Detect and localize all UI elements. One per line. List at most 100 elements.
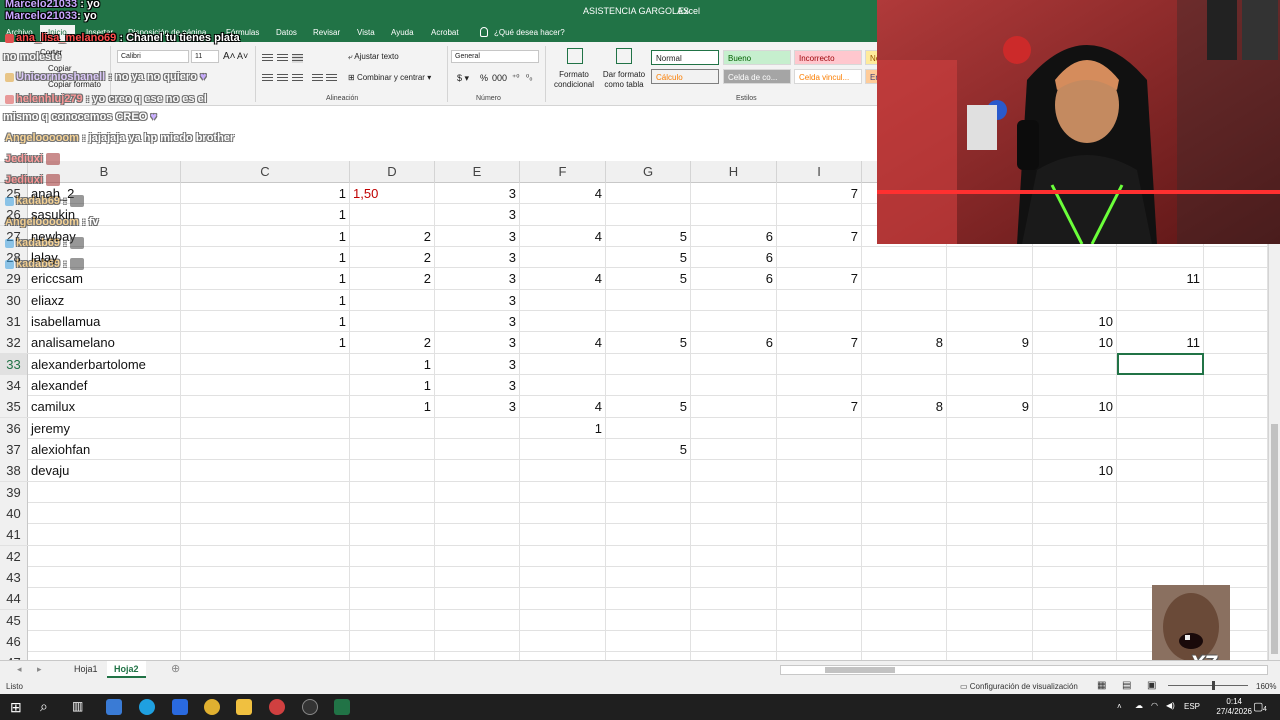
row-header[interactable]: 37 [0,438,28,460]
cell-value[interactable]: 1 [350,396,435,417]
cell-name[interactable] [28,631,181,652]
cell-value[interactable]: 7 [777,226,862,247]
cell-value[interactable]: 3 [435,311,520,332]
cell-name[interactable]: eliaxz [28,290,181,311]
scroll-right-icon[interactable]: ▸ [30,661,49,678]
row-header[interactable]: 36 [0,417,28,439]
percent-icon[interactable]: % [480,73,488,83]
row-header[interactable]: 46 [0,630,28,652]
cell-value[interactable]: 7 [777,268,862,289]
cell-value[interactable]: 5 [606,332,691,353]
cell-value[interactable]: 7 [777,396,862,417]
cell-name[interactable] [28,546,181,567]
row-header[interactable]: 45 [0,609,28,631]
col-header-c[interactable]: C [181,161,350,183]
grow-font-icon[interactable]: A˄ [223,51,236,62]
comma-style-icon[interactable]: 000 [492,73,507,83]
cell-value[interactable]: 6 [691,332,777,353]
cell-value[interactable]: 1 [181,226,350,247]
cell-value[interactable]: 3 [435,268,520,289]
row-header[interactable]: 38 [0,460,28,482]
notification-icon[interactable]: ▢ [1253,700,1263,713]
cell-value[interactable]: 5 [606,268,691,289]
cell-value[interactable]: 4 [520,332,606,353]
cell-name[interactable] [28,652,181,660]
cell-value[interactable]: 5 [606,247,691,268]
col-header-e[interactable]: E [435,161,520,183]
cell-value[interactable]: 3 [435,396,520,417]
cell-name[interactable] [28,503,181,524]
row-header[interactable]: 43 [0,566,28,588]
cell-value[interactable]: 1 [181,311,350,332]
merge-center-button[interactable]: ⊞ Combinar y centrar ▾ [348,73,431,82]
style-celda-vinculada[interactable]: Celda vincul... [794,69,862,84]
style-celda-comprobacion[interactable]: Celda de co... [723,69,791,84]
row-header[interactable]: 33 [0,353,28,375]
cell-name[interactable]: analisamelano [28,332,181,353]
obs-icon[interactable] [302,699,318,715]
cell-value[interactable]: 7 [777,332,862,353]
cell-value[interactable]: 3 [435,354,520,375]
task-view-icon[interactable]: ▥ [72,699,83,713]
wifi-icon[interactable]: ◠ [1151,701,1158,710]
store-icon[interactable] [172,699,188,715]
add-sheet-icon[interactable]: ⊕ [164,661,187,678]
row-header[interactable]: 29 [0,268,28,290]
input-language[interactable]: ESP [1184,702,1200,711]
cell-value[interactable]: 3 [435,332,520,353]
cell-value[interactable]: 1 [350,354,435,375]
chrome-profile-icon[interactable] [269,699,285,715]
scroll-left-icon[interactable]: ◂ [10,661,29,678]
page-layout-icon[interactable]: ▤ [1122,680,1131,691]
cell-name[interactable]: ericcsam [28,268,181,289]
cell-value[interactable]: 11 [1117,268,1204,289]
cell-value[interactable]: 4 [520,396,606,417]
cell-value[interactable]: 1 [350,375,435,396]
cell-value[interactable]: 5 [606,439,691,460]
align-middle-icon[interactable] [277,54,288,63]
zoom-slider-thumb[interactable] [1212,681,1215,690]
cell-value[interactable]: 6 [691,226,777,247]
cell-value[interactable]: 3 [435,375,520,396]
cell-value[interactable]: 1 [181,332,350,353]
volume-icon[interactable]: ◀) [1166,701,1175,710]
chrome-icon[interactable] [204,699,220,715]
currency-icon[interactable]: $ ▾ [457,73,469,84]
cell-value[interactable]: 5 [606,396,691,417]
cell-name[interactable] [28,524,181,545]
decrease-indent-icon[interactable] [312,74,323,83]
search-icon[interactable]: ⌕ [40,698,48,715]
cell-value[interactable]: 10 [1033,460,1117,481]
tab-datos[interactable]: Datos [276,28,297,37]
cell-value[interactable]: 1 [181,268,350,289]
cell-name[interactable] [28,610,181,631]
cell-value[interactable]: 8 [862,332,947,353]
row-header[interactable]: 42 [0,545,28,567]
row-header[interactable]: 35 [0,396,28,418]
cell-name[interactable]: jeremy [28,418,181,439]
sheet-tab-hoja2[interactable]: Hoja2 [107,661,146,678]
vertical-scrollbar[interactable] [1268,244,1280,660]
conditional-format-button[interactable]: Formato condicional [551,70,597,90]
tab-acrobat[interactable]: Acrobat [431,28,459,37]
tell-me-search[interactable]: ¿Qué desea hacer? [480,27,565,37]
format-as-table-button[interactable]: Dar formato como tabla [600,70,648,90]
cell-value[interactable]: 10 [1033,396,1117,417]
font-size-select[interactable]: 11 [191,50,219,63]
style-incorrecto[interactable]: Incorrecto [794,50,862,65]
cell-name[interactable]: alexiohfan [28,439,181,460]
cell-value[interactable]: 6 [691,247,777,268]
row-header[interactable]: 40 [0,502,28,524]
cell-value[interactable]: 2 [350,332,435,353]
cell-value[interactable]: 9 [947,332,1033,353]
cell-value[interactable]: 1,50 [350,183,435,204]
row-header[interactable]: 30 [0,289,28,311]
increase-decimal-icon[interactable]: ⁺⁰ [512,73,519,82]
cell-value[interactable]: 1 [181,290,350,311]
shrink-font-icon[interactable]: A˅ [237,51,248,61]
row-header[interactable]: 34 [0,374,28,396]
normal-view-icon[interactable]: ▦ [1097,680,1106,691]
style-normal[interactable]: Normal [651,50,719,65]
cell-value[interactable]: 1 [181,247,350,268]
align-center-icon[interactable] [277,74,288,83]
